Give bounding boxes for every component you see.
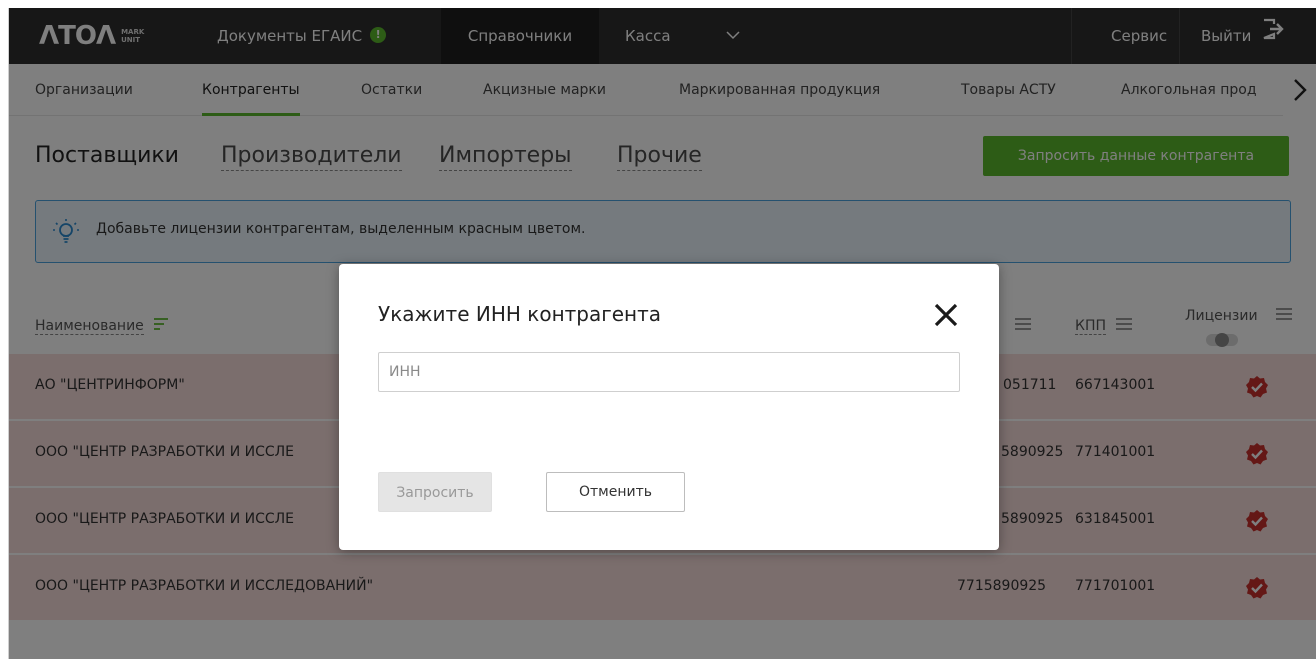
close-icon[interactable] [933, 302, 959, 328]
inn-request-dialog: Укажите ИНН контрагента Запросить Отмени… [339, 264, 999, 550]
inn-input[interactable] [378, 352, 960, 392]
submit-request-button[interactable]: Запросить [378, 472, 492, 512]
app-frame: ΛTOΛ MARK UNIT Документы ЕГАИС! Справочн… [8, 8, 1316, 659]
dialog-title: Укажите ИНН контрагента [378, 302, 662, 326]
cancel-button[interactable]: Отменить [546, 472, 685, 512]
